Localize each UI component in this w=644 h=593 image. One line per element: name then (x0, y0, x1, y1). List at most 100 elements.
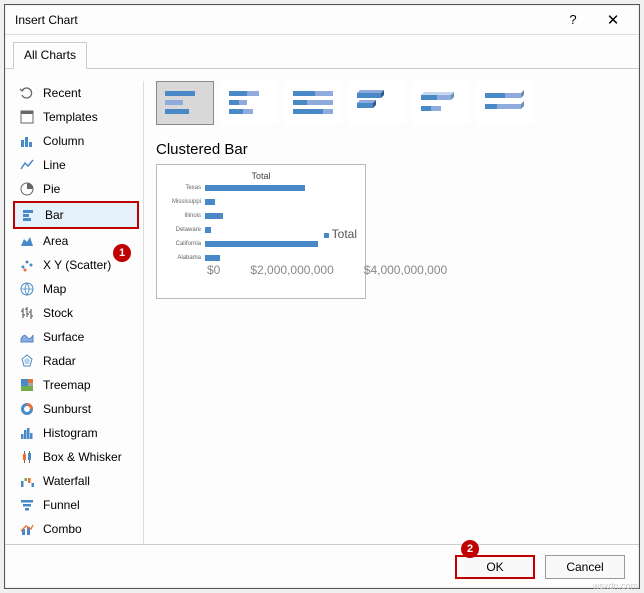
category-label: Stock (43, 306, 73, 320)
watermark: wsxdn.com (593, 581, 638, 591)
category-templates[interactable]: Templates (13, 105, 139, 129)
axis-tick: $4,000,000,000 (364, 263, 447, 277)
category-radar[interactable]: Radar (13, 349, 139, 373)
funnel-icon (19, 497, 35, 513)
area-icon (19, 233, 35, 249)
help-button[interactable]: ? (553, 12, 593, 27)
subtype-row (156, 81, 631, 131)
category-surface[interactable]: Surface (13, 325, 139, 349)
legend-label: Total (332, 227, 357, 241)
close-button[interactable]: ✕ (593, 11, 633, 29)
preview-row-label: Delaware (165, 227, 201, 233)
category-label: Bar (45, 208, 64, 222)
ok-button[interactable]: OK (455, 555, 535, 579)
tab-all-charts[interactable]: All Charts (13, 42, 87, 69)
category-column[interactable]: Column (13, 129, 139, 153)
chart-preview[interactable]: Total Texas Mississippi Illinois Delawar… (156, 164, 366, 299)
preview-bar (205, 213, 223, 219)
category-recent[interactable]: Recent (13, 81, 139, 105)
category-label: X Y (Scatter) (43, 258, 111, 272)
sunburst-icon (19, 401, 35, 417)
category-bar[interactable]: Bar (13, 201, 139, 229)
axis-tick: $0 (207, 263, 220, 277)
category-map[interactable]: Map (13, 277, 139, 301)
preview-chart-area: Texas Mississippi Illinois Delaware Cali… (165, 185, 357, 261)
subtype-stacked-bar[interactable] (220, 81, 278, 125)
dialog-footer: 2 OK Cancel (5, 544, 639, 588)
preview-bar (205, 241, 318, 247)
button-label: OK (486, 560, 503, 574)
category-label: Histogram (43, 426, 98, 440)
line-icon (19, 157, 35, 173)
category-label: Recent (43, 86, 81, 100)
category-label: Box & Whisker (43, 450, 122, 464)
category-histogram[interactable]: Histogram (13, 421, 139, 445)
category-label: Radar (43, 354, 76, 368)
boxwhisker-icon (19, 449, 35, 465)
category-treemap[interactable]: Treemap (13, 373, 139, 397)
chart-subtype-panel: Clustered Bar Total Texas Mississippi Il… (143, 81, 631, 544)
annotation-marker-1: 1 (113, 244, 131, 262)
tab-label: All Charts (24, 48, 76, 62)
surface-icon (19, 329, 35, 345)
category-label: Column (43, 134, 84, 148)
category-waterfall[interactable]: Waterfall (13, 469, 139, 493)
waterfall-icon (19, 473, 35, 489)
subtype-3d-100-stacked-bar[interactable] (476, 81, 534, 125)
category-boxwhisker[interactable]: Box & Whisker (13, 445, 139, 469)
dialog-title: Insert Chart (15, 13, 553, 27)
preview-title: Total (165, 171, 357, 181)
chart-category-list: Recent Templates Column (13, 81, 143, 544)
scatter-icon (19, 257, 35, 273)
category-label: Map (43, 282, 66, 296)
category-label: Area (43, 234, 68, 248)
titlebar: Insert Chart ? ✕ (5, 5, 639, 35)
stock-icon (19, 305, 35, 321)
category-label: Pie (43, 182, 60, 196)
cancel-button[interactable]: Cancel (545, 555, 625, 579)
category-label: Funnel (43, 498, 80, 512)
category-label: Combo (43, 522, 82, 536)
subtype-100-stacked-bar[interactable] (284, 81, 342, 125)
map-icon (19, 281, 35, 297)
category-sunburst[interactable]: Sunburst (13, 397, 139, 421)
recent-icon (19, 85, 35, 101)
column-icon (19, 133, 35, 149)
preview-bar (205, 185, 305, 191)
preview-bar (205, 227, 211, 233)
templates-icon (19, 109, 35, 125)
subtype-3d-stacked-bar[interactable] (412, 81, 470, 125)
combo-icon (19, 521, 35, 537)
button-label: Cancel (566, 560, 603, 574)
subtype-clustered-bar[interactable] (156, 81, 214, 125)
dialog-body: Recent Templates Column (5, 69, 639, 544)
legend-marker-icon (324, 233, 329, 238)
category-combo[interactable]: Combo (13, 517, 139, 541)
radar-icon (19, 353, 35, 369)
subtype-name: Clustered Bar (156, 141, 631, 158)
category-label: Line (43, 158, 66, 172)
category-label: Surface (43, 330, 84, 344)
preview-legend: Total (324, 227, 357, 241)
preview-row-label: Alabama (165, 255, 201, 261)
category-line[interactable]: Line (13, 153, 139, 177)
category-label: Waterfall (43, 474, 90, 488)
preview-row-label: Illinois (165, 213, 201, 219)
preview-row-label: Texas (165, 185, 201, 191)
category-funnel[interactable]: Funnel (13, 493, 139, 517)
preview-bar (205, 255, 220, 261)
category-label: Templates (43, 110, 98, 124)
annotation-marker-2: 2 (461, 540, 479, 558)
category-pie[interactable]: Pie (13, 177, 139, 201)
category-stock[interactable]: Stock (13, 301, 139, 325)
histogram-icon (19, 425, 35, 441)
pie-icon (19, 181, 35, 197)
tab-strip: All Charts (5, 35, 639, 69)
category-label: Treemap (43, 378, 91, 392)
preview-row-label: California (165, 241, 201, 247)
insert-chart-dialog: Insert Chart ? ✕ All Charts Recent (4, 4, 640, 589)
category-label: Sunburst (43, 402, 91, 416)
treemap-icon (19, 377, 35, 393)
bar-icon (21, 207, 37, 223)
subtype-3d-clustered-bar[interactable] (348, 81, 406, 125)
